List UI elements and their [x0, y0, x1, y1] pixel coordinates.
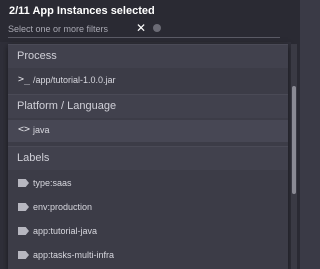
option-label: app:tasks-multi-infra: [33, 250, 115, 260]
option-label-type-saas[interactable]: type:saas: [8, 173, 288, 195]
option-label-env-production[interactable]: env:production: [8, 197, 288, 219]
option-label: java: [33, 125, 50, 135]
section-title-platform: Platform / Language: [17, 100, 117, 112]
section-header-process: Process: [8, 44, 288, 68]
info-icon[interactable]: [153, 24, 161, 32]
option-platform-java[interactable]: <> java: [8, 120, 288, 142]
tag-icon: [18, 227, 29, 235]
option-process-jar[interactable]: >_ /app/tutorial-1.0.0.jar: [8, 70, 288, 92]
clear-filter-icon[interactable]: ✕: [136, 21, 146, 35]
panel-scrollbar[interactable]: [291, 44, 297, 269]
code-icon: <>: [18, 124, 31, 135]
filter-header: 2/11 App Instances selected ✕: [0, 0, 300, 42]
section-header-platform: Platform / Language: [8, 94, 288, 118]
option-label-app-tutorial-java[interactable]: app:tutorial-java: [8, 221, 288, 243]
app-instance-filter-window: 2/11 App Instances selected ✕ Process >_…: [0, 0, 300, 269]
option-label: app:tutorial-java: [33, 226, 98, 236]
tag-icon: [18, 203, 29, 211]
filter-row: ✕: [8, 20, 280, 38]
tag-icon: [18, 251, 29, 259]
filter-search-input[interactable]: [8, 20, 248, 37]
scrollbar-thumb[interactable]: [292, 86, 296, 194]
section-title-process: Process: [17, 50, 57, 62]
option-label-app-tasks-multi-infra[interactable]: app:tasks-multi-infra: [8, 245, 288, 267]
section-header-labels: Labels: [8, 146, 288, 170]
option-label: type:saas: [33, 178, 72, 188]
selection-count-title: 2/11 App Instances selected: [9, 5, 155, 17]
tag-icon: [18, 179, 29, 187]
section-title-labels: Labels: [17, 152, 50, 164]
terminal-icon: >_: [18, 74, 31, 85]
option-label: /app/tutorial-1.0.0.jar: [33, 75, 116, 85]
filter-dropdown-panel: Process >_ /app/tutorial-1.0.0.jar Platf…: [8, 44, 288, 269]
option-label: env:production: [33, 202, 93, 212]
